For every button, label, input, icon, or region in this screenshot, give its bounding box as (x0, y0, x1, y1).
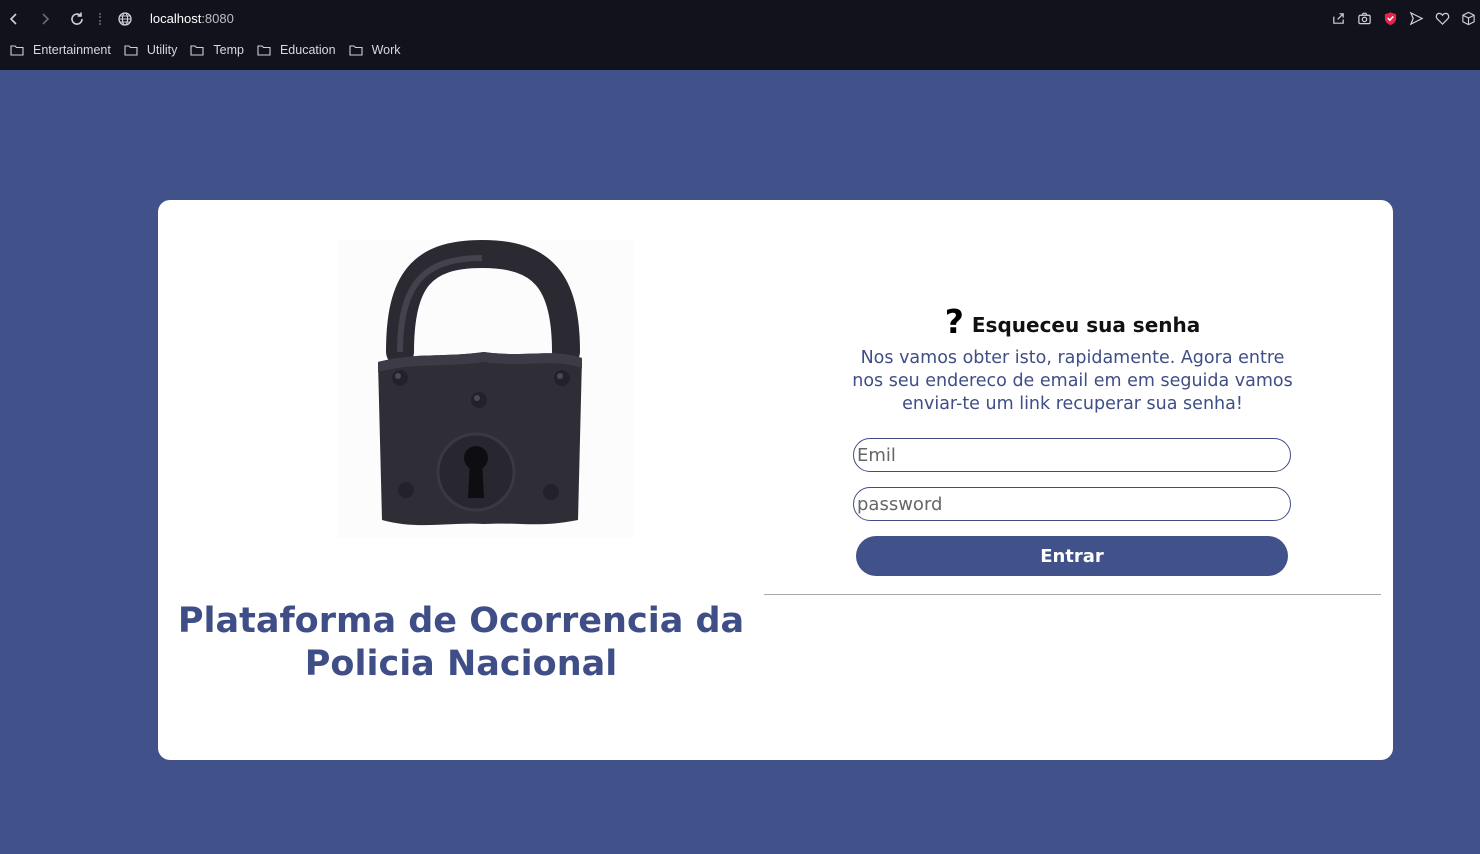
toolbar-actions (1330, 10, 1476, 26)
forgot-header: ? Esqueceu sua senha (764, 305, 1381, 339)
padlock-image (338, 239, 634, 538)
heart-icon[interactable] (1434, 10, 1450, 26)
shield-icon[interactable] (1382, 10, 1398, 26)
camera-icon[interactable] (1356, 10, 1372, 26)
folder-icon (349, 45, 363, 56)
bookmark-work[interactable]: Work (349, 43, 401, 57)
url-host: localhost (150, 11, 202, 26)
question-mark-icon: ? (944, 302, 964, 341)
send-icon[interactable] (1408, 10, 1424, 26)
folder-icon (257, 45, 271, 56)
folder-icon (190, 45, 204, 56)
back-icon[interactable] (3, 8, 25, 30)
navigation-bar: localhost:8080 (0, 0, 1480, 38)
padlock-icon (378, 239, 582, 526)
reload-icon[interactable] (66, 8, 88, 30)
toolbar-separator (99, 13, 101, 25)
url-port: :8080 (201, 11, 234, 26)
forgot-description: Nos vamos obter isto, rapidamente. Agora… (852, 348, 1293, 414)
enter-button[interactable]: Entrar (856, 536, 1288, 576)
platform-title: Plataforma de Ocorrencia da Policia Naci… (177, 601, 745, 684)
box-icon[interactable] (1460, 10, 1476, 26)
bookmark-education[interactable]: Education (257, 43, 336, 57)
bookmark-label: Utility (146, 43, 178, 57)
address-bar[interactable]: localhost:8080 (150, 11, 234, 26)
browser-chrome: localhost:8080 Entertainment Utility Tem… (0, 0, 1480, 70)
email-field[interactable] (853, 438, 1291, 472)
share-icon[interactable] (1330, 10, 1346, 26)
bookmarks-bar: Entertainment Utility Temp Education Wor… (10, 43, 414, 57)
forgot-password-section: ? Esqueceu sua senha Nos vamos obter ist… (764, 305, 1381, 416)
password-field[interactable] (853, 487, 1291, 521)
bookmark-utility[interactable]: Utility (124, 43, 178, 57)
bookmark-label: Work (371, 43, 401, 57)
bookmark-label: Entertainment (33, 43, 111, 57)
divider (764, 594, 1381, 595)
bookmark-label: Temp (213, 43, 244, 57)
bookmark-temp[interactable]: Temp (190, 43, 244, 57)
site-info-globe-icon[interactable] (114, 8, 136, 30)
bookmark-label: Education (279, 43, 336, 57)
folder-icon (10, 45, 24, 56)
forward-icon[interactable] (34, 8, 56, 30)
folder-icon (124, 45, 138, 56)
forgot-title: Esqueceu sua senha (971, 313, 1201, 337)
bookmark-entertainment[interactable]: Entertainment (10, 43, 111, 57)
